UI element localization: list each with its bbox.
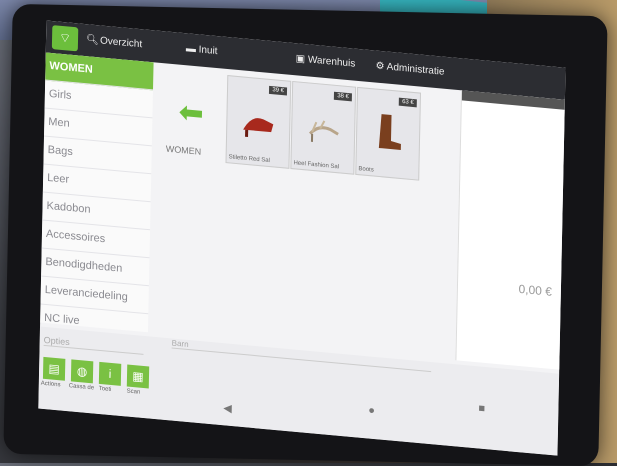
back-nav-icon[interactable]: ◀ <box>223 401 232 415</box>
recent-apps-icon[interactable]: ■ <box>478 402 485 415</box>
category-label: WOMEN <box>165 143 202 157</box>
product-grid: ⬅ WOMEN 39 € Stiletto Red Sal 38 € Heel … <box>152 63 457 360</box>
price-badge: 39 € <box>269 85 288 96</box>
actions-button[interactable]: ▤ <box>42 356 66 381</box>
product-name: Stiletto Red Sal <box>228 154 270 165</box>
scan-label: Scan <box>126 388 141 396</box>
warenhuis-tab[interactable]: ▣ Warenhuis <box>296 53 356 69</box>
administratie-label: Administratie <box>386 61 445 78</box>
product-tile[interactable]: 38 € Heel Fashion Sal <box>290 80 357 175</box>
cassa-label: Cassa de <box>68 383 95 392</box>
actions-label: Actions <box>40 380 61 389</box>
brown-boot-icon <box>378 114 401 150</box>
category-sidebar: WOMEN Girls Men Bags Leer Kadobon Access… <box>39 52 154 343</box>
overview-label[interactable]: Overzicht <box>100 35 142 50</box>
tablet: ⌔ 🔍︎ Overzicht ▬ Inuit ▣ Warenhuis ⚙ Adm… <box>3 3 608 466</box>
home-nav-icon[interactable]: ● <box>368 404 375 417</box>
wifi-logo-icon[interactable]: ⌔ <box>51 25 79 52</box>
inuit-label: Inuit <box>198 44 218 58</box>
tablet-screen: ⌔ 🔍︎ Overzicht ▬ Inuit ▣ Warenhuis ⚙ Adm… <box>38 20 566 456</box>
strappy-heel-shoe-icon <box>308 120 339 142</box>
product-tile[interactable]: 39 € Stiletto Red Sal <box>225 75 292 169</box>
scan-button[interactable]: ▦ <box>126 364 150 389</box>
administratie-tab[interactable]: ⚙ Administratie <box>375 61 444 78</box>
info-button[interactable]: i <box>98 361 122 386</box>
info-label: Toeti <box>98 385 112 394</box>
red-heel-shoe-icon <box>243 118 274 138</box>
search-icon[interactable]: 🔍︎ <box>86 34 99 46</box>
inuit-tab[interactable]: ▬ Inuit <box>186 43 218 57</box>
product-name: Heel Fashion Sal <box>293 160 340 171</box>
product-name: Boots <box>358 166 374 174</box>
back-arrow-icon[interactable]: ⬅ <box>178 95 204 132</box>
product-tile[interactable]: 63 € Boots <box>355 86 422 181</box>
options-input[interactable]: Opties <box>43 334 144 355</box>
price-badge: 38 € <box>334 91 352 102</box>
cassa-button[interactable]: ◍ <box>70 359 94 384</box>
price-badge: 63 € <box>399 97 417 108</box>
total-amount: 0,00 € <box>518 281 553 299</box>
warenhuis-label: Warenhuis <box>307 54 356 70</box>
order-panel: 0,00 € <box>455 90 566 370</box>
